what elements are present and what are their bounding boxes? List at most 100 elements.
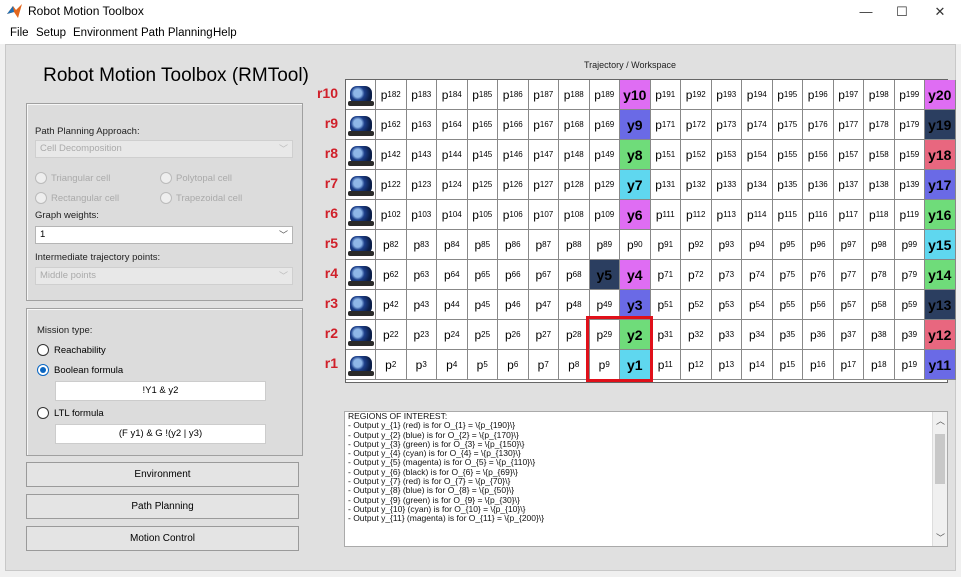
radio-trapezoidal[interactable]: [160, 192, 172, 204]
place-cell[interactable]: p 43: [406, 290, 437, 320]
place-cell[interactable]: p 23: [406, 320, 437, 350]
place-cell[interactable]: p 15: [772, 350, 803, 380]
place-cell[interactable]: p 116: [803, 200, 834, 230]
place-cell[interactable]: p 136: [803, 170, 834, 200]
place-cell[interactable]: p 176: [803, 110, 834, 140]
place-cell[interactable]: p 89: [589, 230, 620, 260]
robot-cell[interactable]: [346, 350, 376, 380]
place-cell[interactable]: p 154: [742, 140, 773, 170]
place-cell[interactable]: p 167: [528, 110, 559, 140]
place-cell[interactable]: p 119: [894, 200, 925, 230]
menu-path-planning[interactable]: Path Planning: [141, 27, 213, 39]
place-cell[interactable]: p 147: [528, 140, 559, 170]
place-cell[interactable]: p 102: [376, 200, 407, 230]
region-cell-y19[interactable]: y19: [925, 110, 956, 140]
place-cell[interactable]: p 47: [528, 290, 559, 320]
minimize-button[interactable]: —: [848, 0, 884, 24]
place-cell[interactable]: p 179: [894, 110, 925, 140]
place-cell[interactable]: p 105: [467, 200, 498, 230]
robot-cell[interactable]: [346, 320, 376, 350]
menu-file[interactable]: File: [10, 27, 29, 39]
place-cell[interactable]: p 52: [681, 290, 712, 320]
place-cell[interactable]: p 55: [772, 290, 803, 320]
place-cell[interactable]: p2: [376, 350, 407, 380]
place-cell[interactable]: p 63: [406, 260, 437, 290]
place-cell[interactable]: p 188: [559, 80, 590, 110]
radio-reachability[interactable]: [37, 344, 49, 356]
place-cell[interactable]: p 25: [467, 320, 498, 350]
place-cell[interactable]: p 34: [742, 320, 773, 350]
robot-cell[interactable]: [346, 110, 376, 140]
place-cell[interactable]: p 163: [406, 110, 437, 140]
region-cell-y20[interactable]: y20: [925, 80, 956, 110]
place-cell[interactable]: p 152: [681, 140, 712, 170]
path-planning-button[interactable]: Path Planning: [26, 494, 299, 519]
region-cell-y14[interactable]: y14: [925, 260, 956, 290]
scroll-thumb[interactable]: [935, 434, 945, 484]
place-cell[interactable]: p 168: [559, 110, 590, 140]
place-cell[interactable]: p 67: [528, 260, 559, 290]
place-cell[interactable]: p 57: [833, 290, 864, 320]
place-cell[interactable]: p 173: [711, 110, 742, 140]
place-cell[interactable]: p 53: [711, 290, 742, 320]
region-cell-y5[interactable]: y5: [589, 260, 620, 290]
place-cell[interactable]: p 44: [437, 290, 468, 320]
place-cell[interactable]: p 135: [772, 170, 803, 200]
place-cell[interactable]: p 182: [376, 80, 407, 110]
robot-cell[interactable]: [346, 260, 376, 290]
place-cell[interactable]: p 39: [894, 320, 925, 350]
place-cell[interactable]: p 112: [681, 200, 712, 230]
place-cell[interactable]: p 64: [437, 260, 468, 290]
place-cell[interactable]: p 194: [742, 80, 773, 110]
place-cell[interactable]: p 17: [833, 350, 864, 380]
place-cell[interactable]: p 106: [498, 200, 529, 230]
place-cell[interactable]: p 144: [437, 140, 468, 170]
console-scrollbar[interactable]: ︿ ﹀: [932, 412, 947, 546]
region-cell-y11[interactable]: y11: [925, 350, 956, 380]
place-cell[interactable]: p 145: [467, 140, 498, 170]
place-cell[interactable]: p 142: [376, 140, 407, 170]
place-cell[interactable]: p 32: [681, 320, 712, 350]
place-cell[interactable]: p 87: [528, 230, 559, 260]
place-cell[interactable]: p 93: [711, 230, 742, 260]
place-cell[interactable]: p 62: [376, 260, 407, 290]
ltl-formula-input[interactable]: (F y1) & G !(y2 | y3): [55, 424, 266, 444]
place-cell[interactable]: p 125: [467, 170, 498, 200]
place-cell[interactable]: p 187: [528, 80, 559, 110]
close-button[interactable]: ✕: [922, 0, 958, 24]
place-cell[interactable]: p 16: [803, 350, 834, 380]
place-cell[interactable]: p 92: [681, 230, 712, 260]
place-cell[interactable]: p 192: [681, 80, 712, 110]
place-cell[interactable]: p 108: [559, 200, 590, 230]
environment-button[interactable]: Environment: [26, 462, 299, 487]
place-cell[interactable]: p 123: [406, 170, 437, 200]
intermediate-dropdown[interactable]: Middle points ﹀: [35, 267, 293, 285]
radio-ltl-formula[interactable]: [37, 407, 49, 419]
place-cell[interactable]: p 94: [742, 230, 773, 260]
place-cell[interactable]: p4: [437, 350, 468, 380]
place-cell[interactable]: p 158: [864, 140, 895, 170]
place-cell[interactable]: p 139: [894, 170, 925, 200]
place-cell[interactable]: p 12: [681, 350, 712, 380]
place-cell[interactable]: p 178: [864, 110, 895, 140]
place-cell[interactable]: p 165: [467, 110, 498, 140]
place-cell[interactable]: p7: [528, 350, 559, 380]
robot-cell[interactable]: [346, 200, 376, 230]
place-cell[interactable]: p 148: [559, 140, 590, 170]
place-cell[interactable]: p 197: [833, 80, 864, 110]
place-cell[interactable]: p 35: [772, 320, 803, 350]
place-cell[interactable]: p 171: [650, 110, 681, 140]
place-cell[interactable]: p 88: [559, 230, 590, 260]
place-cell[interactable]: p 129: [589, 170, 620, 200]
place-cell[interactable]: p 199: [894, 80, 925, 110]
place-cell[interactable]: p 143: [406, 140, 437, 170]
place-cell[interactable]: p 77: [833, 260, 864, 290]
place-cell[interactable]: p 11: [650, 350, 681, 380]
place-cell[interactable]: p 42: [376, 290, 407, 320]
region-cell-y15[interactable]: y15: [925, 230, 956, 260]
place-cell[interactable]: p 183: [406, 80, 437, 110]
place-cell[interactable]: p 157: [833, 140, 864, 170]
robot-cell[interactable]: [346, 230, 376, 260]
place-cell[interactable]: p 86: [498, 230, 529, 260]
place-cell[interactable]: p 13: [711, 350, 742, 380]
